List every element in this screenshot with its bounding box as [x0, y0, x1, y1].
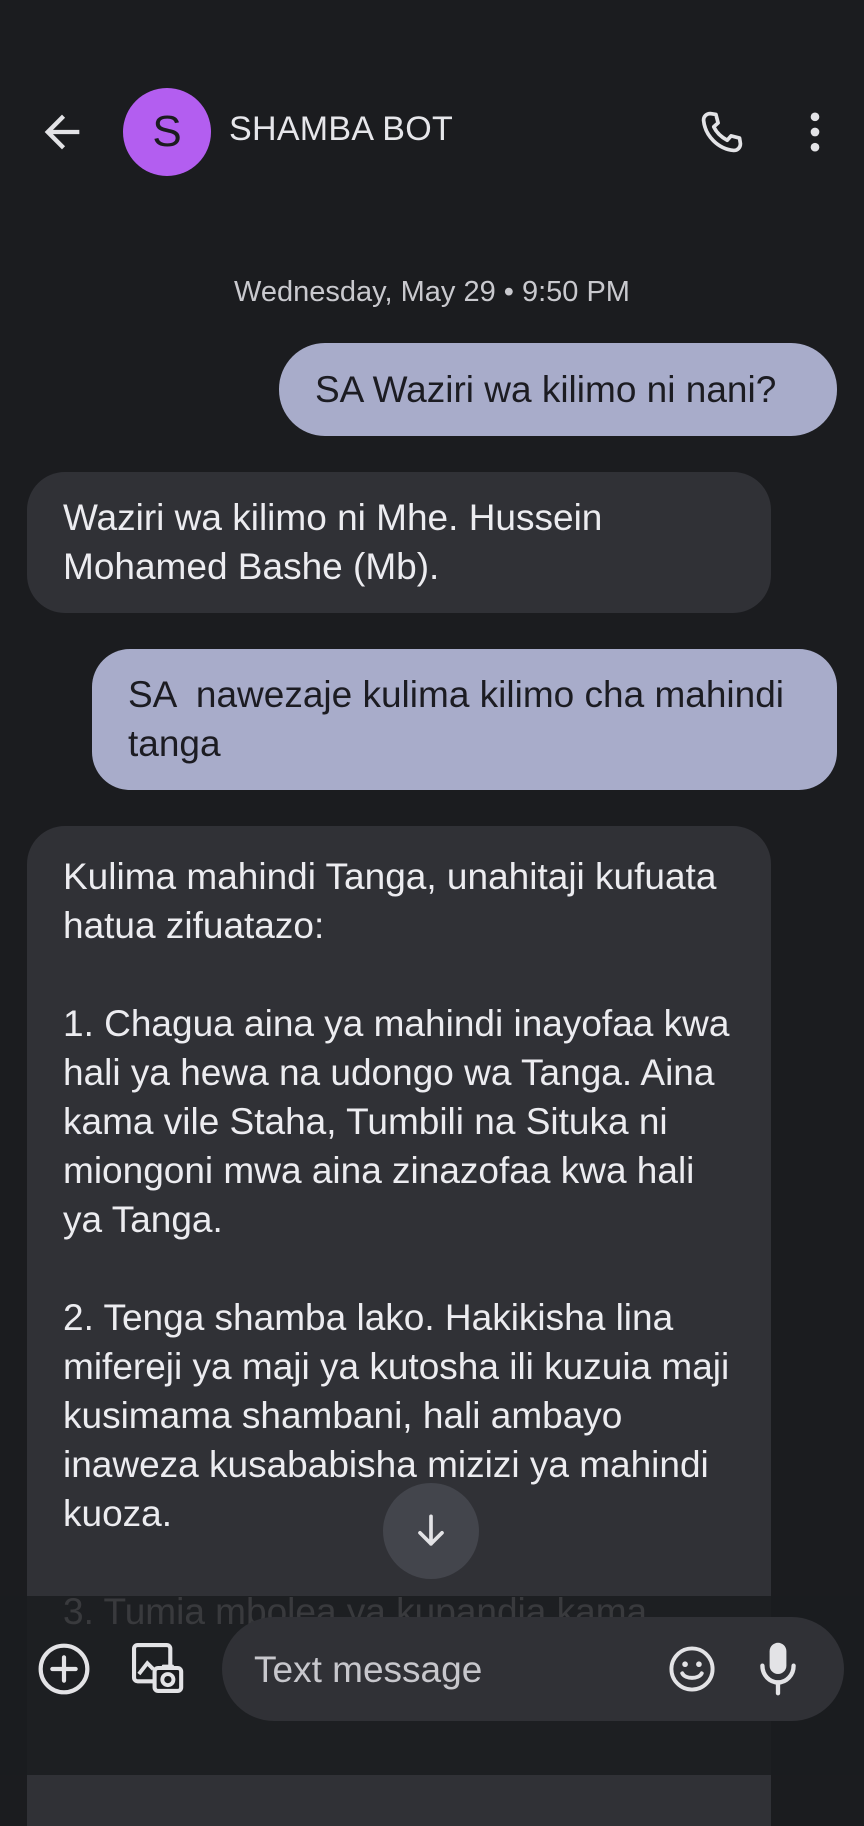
mic-icon — [760, 1642, 796, 1696]
voice-input-button[interactable] — [754, 1639, 802, 1697]
call-button[interactable] — [696, 106, 748, 158]
incoming-message[interactable]: Waziri wa kilimo ni Mhe. Hussein Mohamed… — [27, 472, 771, 613]
gallery-button[interactable] — [128, 1639, 186, 1697]
more-options-button[interactable] — [800, 106, 830, 158]
emoji-button[interactable] — [666, 1643, 718, 1695]
gallery-camera-icon — [131, 1642, 184, 1694]
add-circle-icon — [38, 1643, 90, 1695]
emoji-icon — [669, 1646, 715, 1692]
back-button[interactable] — [36, 106, 88, 158]
contact-name[interactable]: SHAMBA BOT — [229, 110, 453, 149]
avatar[interactable]: S — [123, 88, 211, 176]
app-header: S SHAMBA BOT — [0, 0, 864, 240]
text-message-input[interactable] — [252, 1639, 656, 1701]
scroll-to-bottom-button[interactable] — [383, 1483, 479, 1579]
attach-button[interactable] — [36, 1641, 92, 1697]
arrow-down-icon — [418, 1514, 444, 1546]
more-vert-icon — [810, 112, 820, 152]
arrow-back-icon — [44, 114, 80, 150]
outgoing-message[interactable]: SA Waziri wa kilimo ni nani? — [279, 343, 837, 436]
phone-icon — [701, 111, 743, 153]
avatar-letter: S — [152, 107, 182, 156]
outgoing-message[interactable]: SA nawezaje kulima kilimo cha mahindi ta… — [92, 649, 837, 790]
message-composer — [222, 1617, 844, 1721]
date-stamp: Wednesday, May 29 • 9:50 PM — [234, 276, 630, 308]
